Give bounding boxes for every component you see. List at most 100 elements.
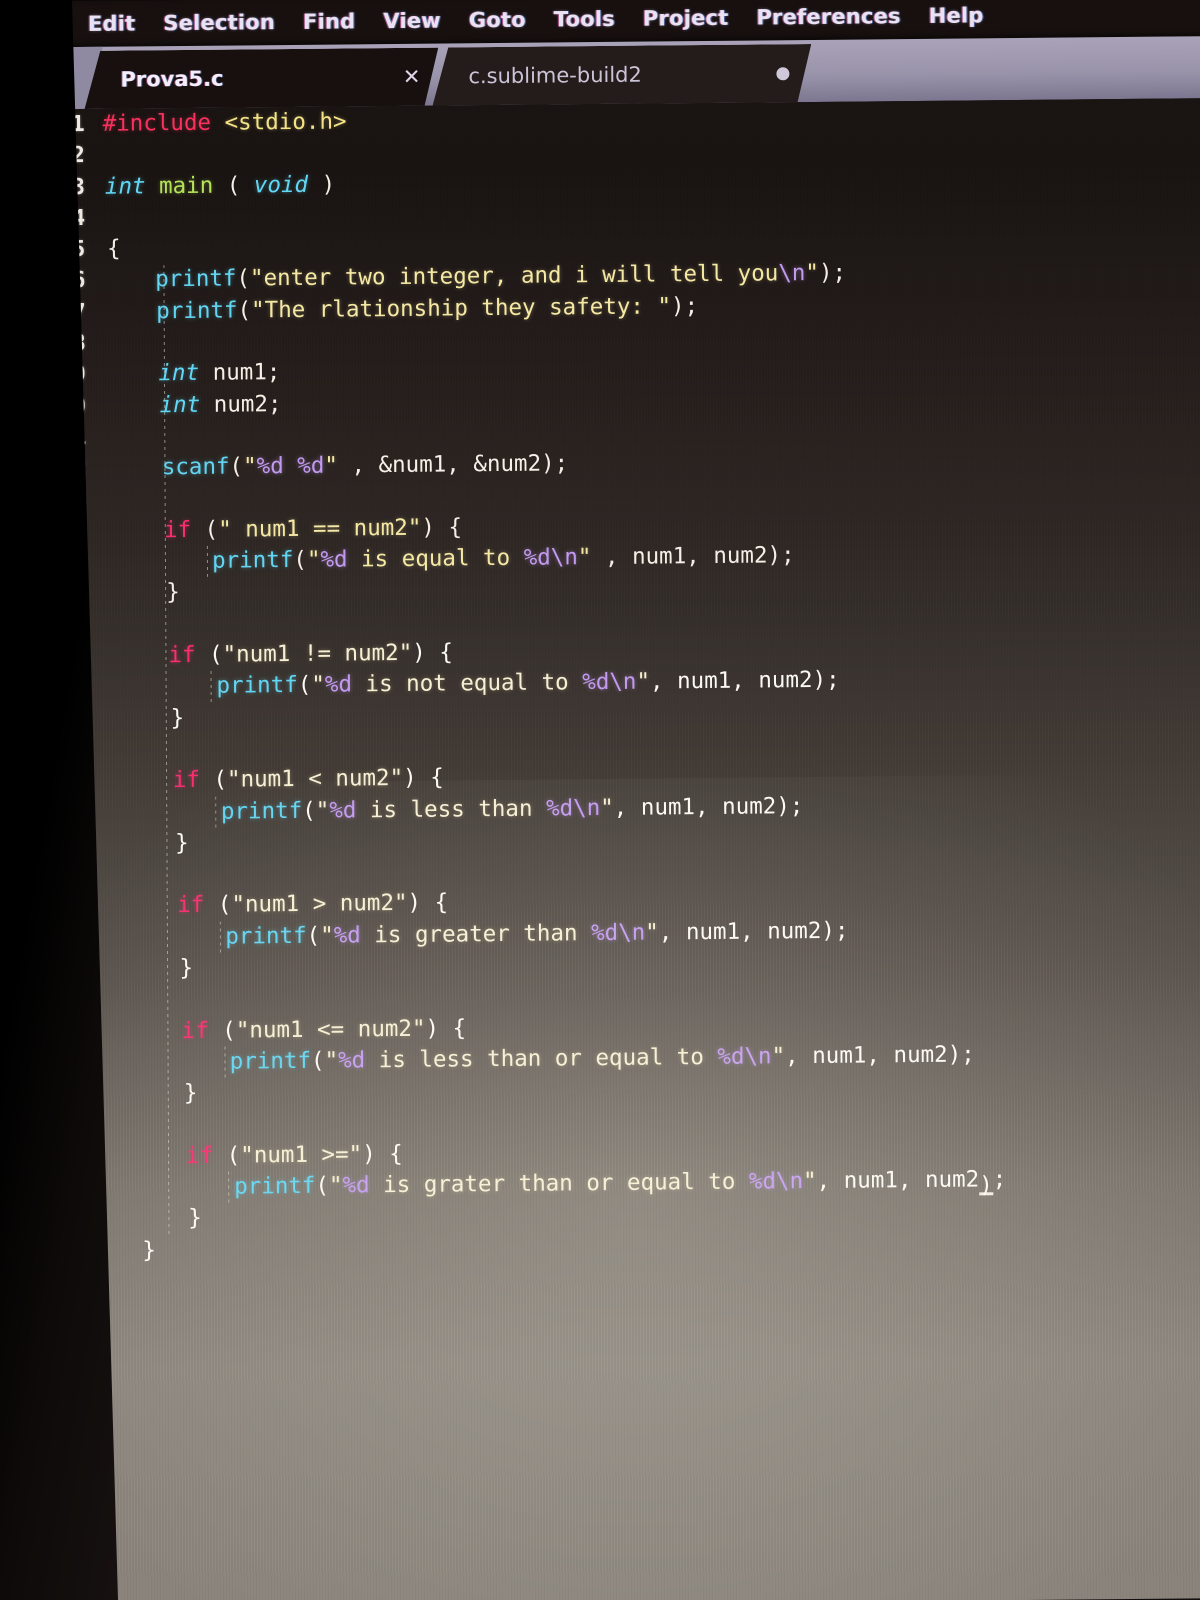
line-number: 39 <box>64 1301 91 1327</box>
code-token: ( <box>293 547 307 574</box>
code-token: %d <box>338 1047 366 1074</box>
menu-item-help[interactable]: Help <box>915 0 998 32</box>
code-token: } <box>188 1205 202 1232</box>
code-token: ) { <box>362 1140 403 1168</box>
code-token: num2 <box>893 1041 948 1069</box>
tab-strip: Prova5.c ✕ c.sublime-build2 <box>90 40 811 109</box>
code-token: ( <box>213 171 254 199</box>
line-number: 20 <box>61 706 88 732</box>
line-number: 27 <box>62 925 89 951</box>
menu-item-preferences[interactable]: Preferences <box>742 0 914 34</box>
tab-unsaved-dot-icon[interactable] <box>776 67 789 80</box>
tab-close-icon[interactable]: ✕ <box>385 65 421 89</box>
code-editor[interactable]: 1 #include <stdio.h> 2 3 int main ( void ) 4 5… <box>0 98 1200 1600</box>
code-token: num2 <box>722 792 777 820</box>
menu-item-goto[interactable]: Goto <box>455 4 540 37</box>
code-token: num1 <box>685 918 741 945</box>
menu-item-file[interactable]: File <box>2 8 74 41</box>
line-number: 22 <box>61 769 89 795</box>
menu-item-selection[interactable]: Selection <box>149 6 289 39</box>
line-number: 37 <box>64 1238 91 1264</box>
line-source[interactable]: int num2; <box>159 389 282 421</box>
line-number: 28 <box>62 956 90 983</box>
code-token: is greater than <box>360 919 592 949</box>
line-source[interactable]: } <box>188 1203 202 1234</box>
code-token: %d\n <box>717 1043 772 1070</box>
menu-item-find[interactable]: Find <box>289 5 369 38</box>
line-number: 33 <box>63 1113 90 1139</box>
code-lines[interactable]: 1 #include <stdio.h> 2 3 int main ( void ) 4 5… <box>0 98 1200 1330</box>
code-token: <stdio.h> <box>224 108 347 136</box>
tab-prova5-c[interactable]: Prova5.c ✕ <box>84 48 438 109</box>
line-number: 29 <box>62 988 90 1014</box>
line-number: 23 <box>61 800 89 826</box>
line-source[interactable]: scanf("%d %d" , &num1, &num2); <box>162 449 569 484</box>
line-number: 1 <box>71 111 85 138</box>
code-token: , <box>337 452 379 479</box>
code-token: ( <box>213 1142 241 1169</box>
line-number: 7 <box>72 299 86 325</box>
line-number: 8 <box>72 331 86 357</box>
line-source[interactable]: } <box>175 828 189 859</box>
chevron-right-icon[interactable] <box>43 67 58 90</box>
line-number: 14 <box>60 518 87 545</box>
code-token: , <box>658 918 686 946</box>
line-source[interactable]: } <box>179 953 193 984</box>
code-token: " <box>320 922 334 949</box>
menu-item-view[interactable]: View <box>369 4 455 37</box>
line-source[interactable]: if (" num1 == num2") { <box>164 512 462 546</box>
line-source[interactable]: } <box>166 578 180 609</box>
code-token: ( <box>302 797 316 824</box>
code-token: %d\n <box>545 794 601 822</box>
code-token: is equal to <box>347 544 524 573</box>
code-token: printf <box>155 266 237 293</box>
menu-item-project[interactable]: Project <box>629 2 743 35</box>
line-source[interactable]: int main ( void ) <box>105 169 335 203</box>
line-source[interactable]: } <box>171 703 185 734</box>
code-token: , <box>649 668 678 695</box>
line-number: 38 <box>64 1269 91 1296</box>
menu-item-edit[interactable]: Edit <box>74 7 150 40</box>
code-token: printf <box>229 1047 312 1075</box>
code-token: ( <box>195 641 223 668</box>
code-token: , <box>446 451 474 478</box>
code-token: ); <box>812 667 840 694</box>
line-source[interactable]: if ("num1 > num2") { <box>177 888 448 922</box>
menu-item-tools[interactable]: Tools <box>540 3 629 36</box>
code-token: scanf <box>161 453 230 481</box>
line-source[interactable]: #include <stdio.h> <box>103 106 347 140</box>
code-token: } <box>179 954 194 982</box>
code-token: ; <box>266 359 281 386</box>
tab-nav-arrows[interactable] <box>0 47 91 110</box>
line-number: 24 <box>61 831 89 858</box>
line-source[interactable]: if ("num1 < num2") { <box>173 763 444 797</box>
line-source[interactable]: { <box>107 234 121 265</box>
code-token: ( <box>310 1047 325 1074</box>
code-token: " <box>803 1168 817 1195</box>
code-token: ( <box>208 1017 236 1044</box>
line-number: 15 <box>60 550 88 576</box>
line-source[interactable]: int num1; <box>158 357 280 389</box>
code-token: %d <box>297 452 325 480</box>
line-source[interactable]: } <box>142 1235 156 1266</box>
tab-c-sublime-build2[interactable]: c.sublime-build2 <box>432 44 811 106</box>
code-token: num2 <box>713 542 768 570</box>
line-source[interactable]: if ("num1 <= num2") { <box>182 1013 467 1047</box>
code-token: " <box>315 797 330 824</box>
line-source[interactable]: if ("num1 >=") { <box>186 1139 403 1172</box>
chevron-left-icon[interactable] <box>26 67 41 90</box>
line-number: 18 <box>60 644 88 670</box>
line-source[interactable]: printf("The rlationship they safety: "); <box>156 291 698 327</box>
line-number: 4 <box>71 205 86 231</box>
code-token: " <box>600 794 614 821</box>
code-token: , <box>694 793 723 820</box>
photographed-screen: File Edit Selection Find View Goto Tools Projec… <box>0 0 1200 1600</box>
line-source[interactable]: } <box>184 1078 198 1109</box>
code-token: } <box>142 1237 156 1264</box>
code-token: num1 <box>812 1042 867 1069</box>
line-source[interactable]: if ("num1 != num2") { <box>168 638 453 672</box>
code-token: , <box>785 1042 813 1070</box>
